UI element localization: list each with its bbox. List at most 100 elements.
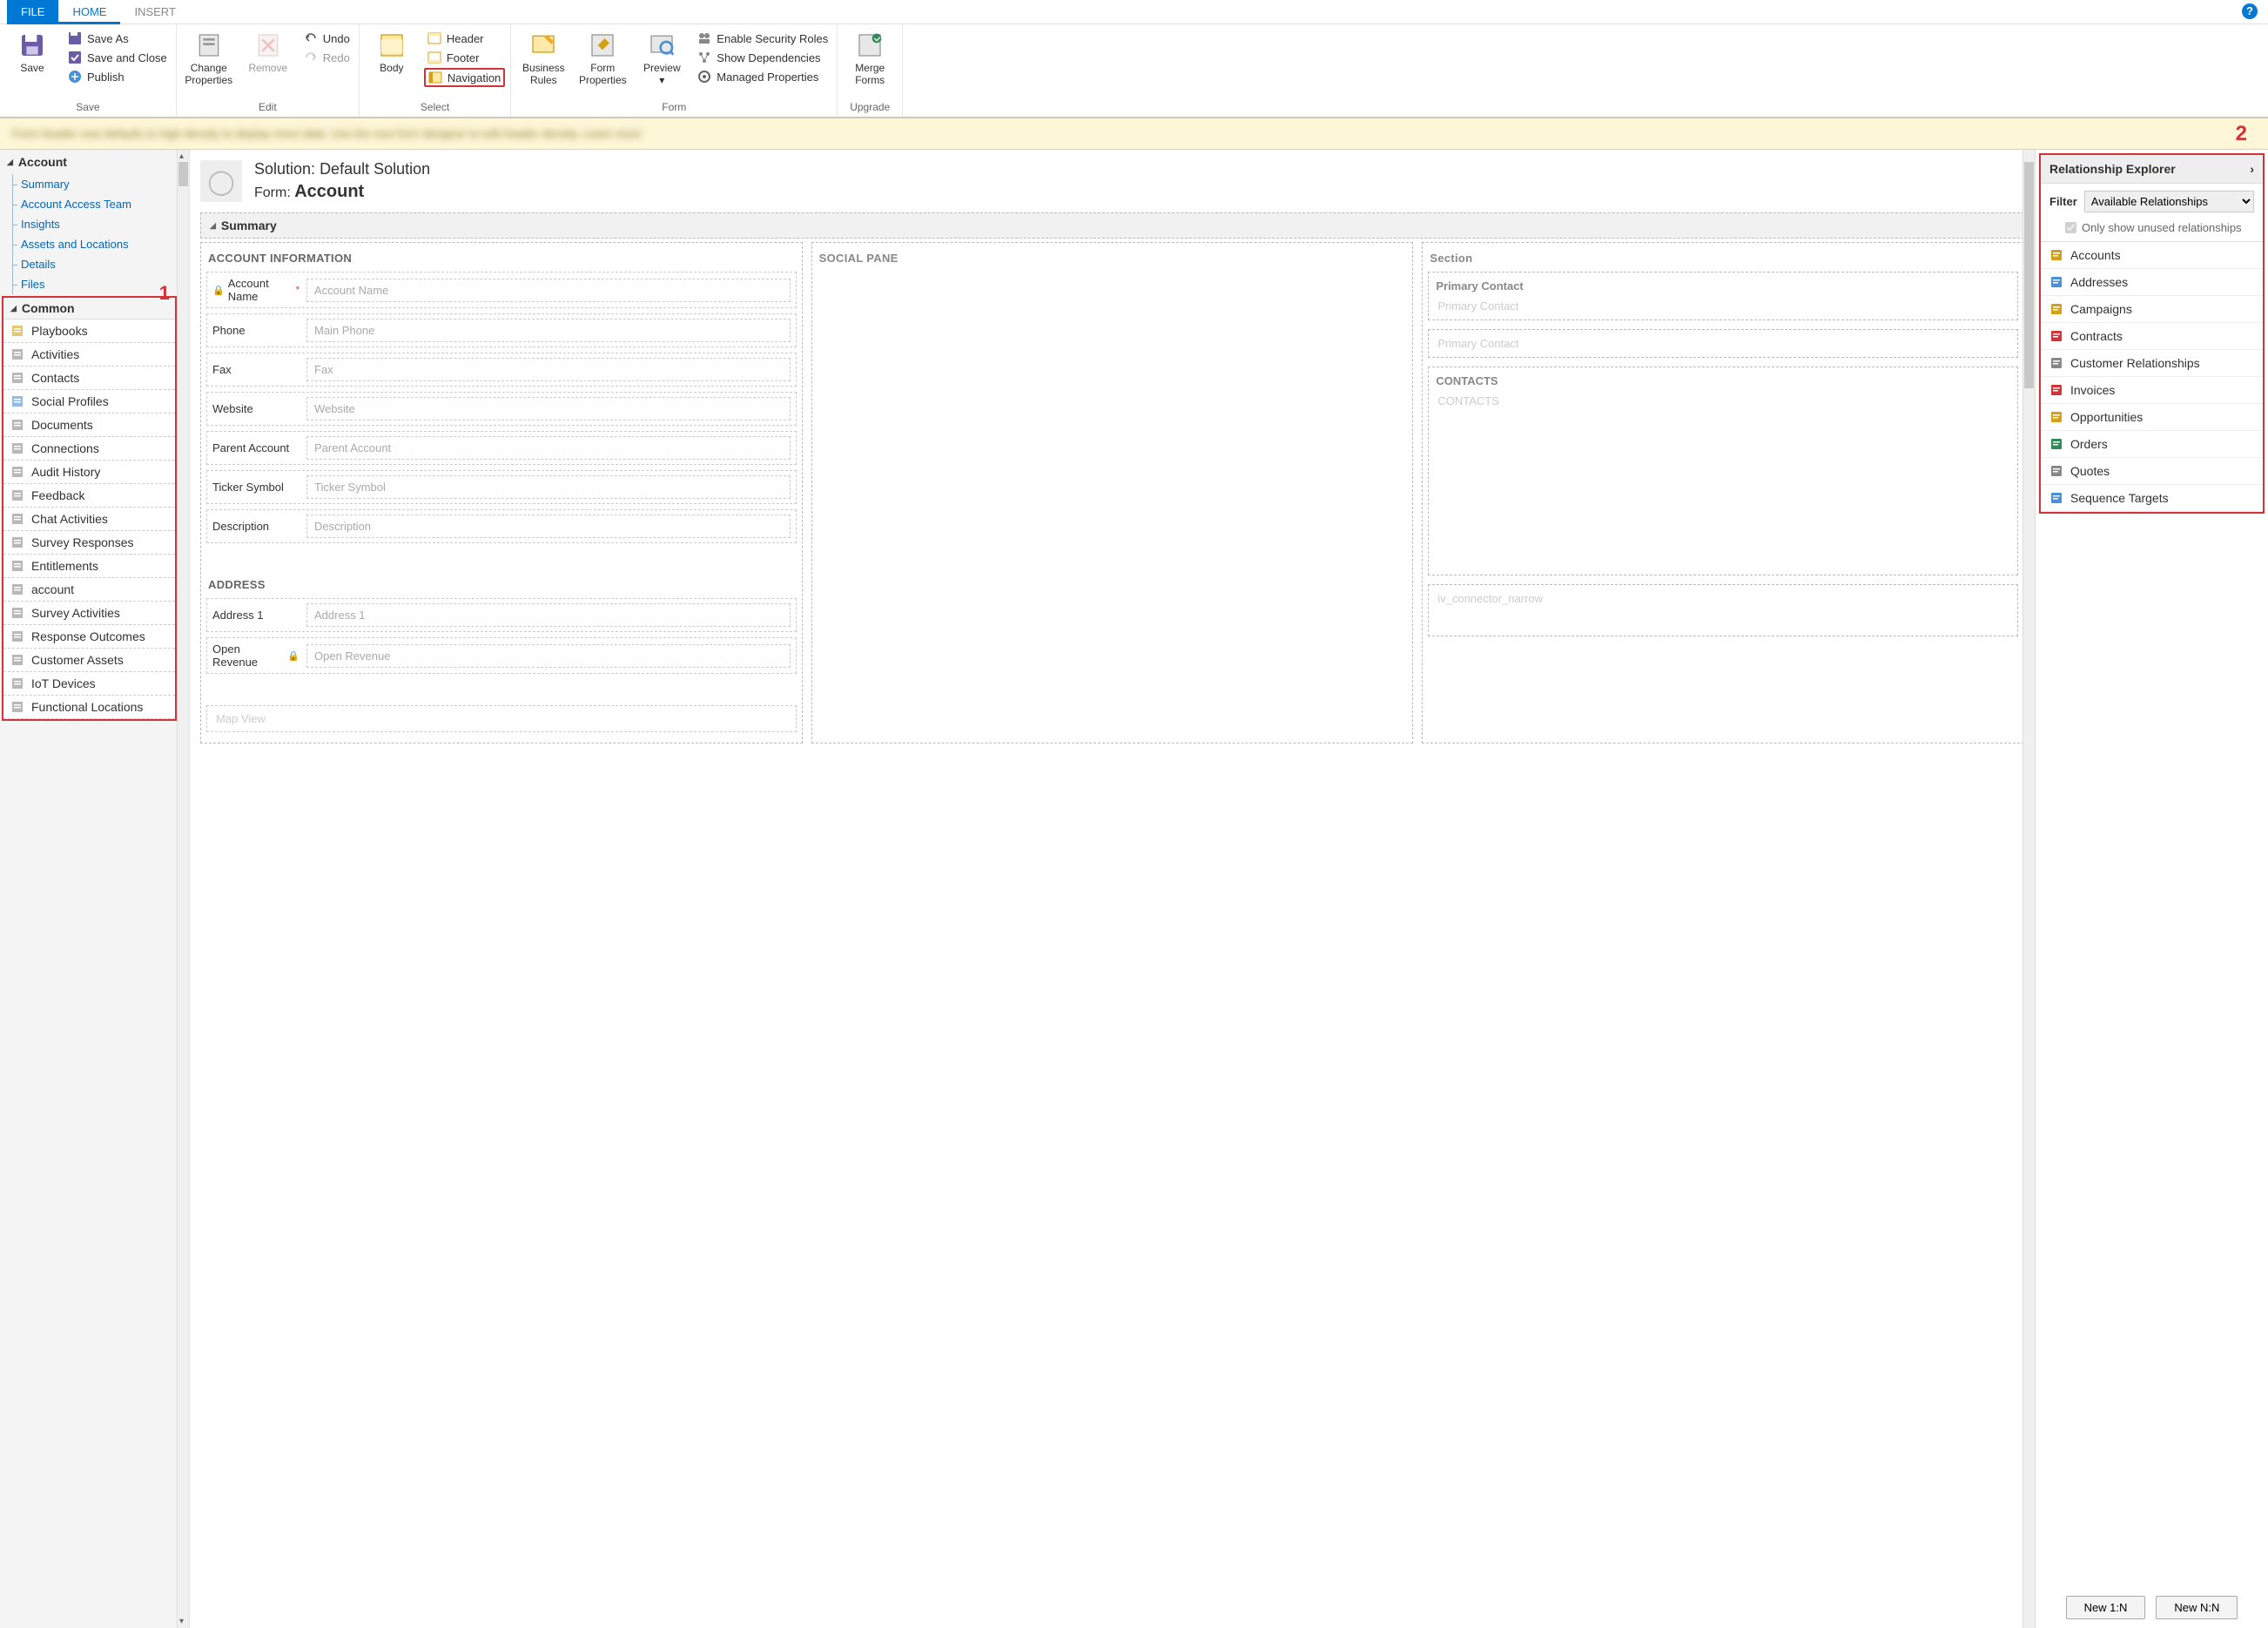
relationship-item-sequence-targets[interactable]: Sequence Targets (2041, 485, 2263, 512)
header-button[interactable]: Header (424, 30, 505, 47)
relationship-item-contracts[interactable]: Contracts (2041, 323, 2263, 350)
input-phone[interactable]: Main Phone (306, 319, 791, 342)
field-primary-contact-2[interactable]: Primary Contact (1428, 329, 2018, 358)
common-item-chat-activities[interactable]: Chat Activities (3, 508, 175, 531)
common-item-social-profiles[interactable]: Social Profiles (3, 390, 175, 414)
common-item-iot-devices[interactable]: IoT Devices (3, 672, 175, 696)
field-map-view[interactable]: Map View (206, 705, 797, 732)
field-ticker[interactable]: Ticker Symbol Ticker Symbol (206, 470, 797, 504)
new-1n-button[interactable]: New 1:N (2066, 1596, 2146, 1619)
ribbon-tab-strip: FILE HOME INSERT ? (0, 0, 2268, 24)
redo-button[interactable]: Redo (300, 49, 353, 66)
relationship-item-invoices[interactable]: Invoices (2041, 377, 2263, 404)
body-button[interactable]: Body (365, 28, 419, 78)
input-website[interactable]: Website (306, 397, 791, 420)
field-account-name[interactable]: 🔒Account Name* Account Name (206, 272, 797, 308)
preview-button[interactable]: Preview▾ (635, 28, 689, 91)
common-item-survey-activities[interactable]: Survey Activities (3, 602, 175, 625)
only-unused-label: Only show unused relationships (2082, 221, 2242, 234)
scrollbar-thumb[interactable] (2024, 162, 2034, 388)
relationship-item-addresses[interactable]: Addresses (2041, 269, 2263, 296)
merge-forms-button[interactable]: Merge Forms (843, 28, 897, 91)
nav-item-summary[interactable]: Summary (0, 174, 189, 194)
field-fax[interactable]: Fax Fax (206, 353, 797, 387)
publish-button[interactable]: Publish (64, 68, 171, 85)
input-ticker[interactable]: Ticker Symbol (306, 475, 791, 499)
only-unused-checkbox[interactable] (2065, 222, 2076, 233)
relationship-item-customer-relationships[interactable]: Customer Relationships (2041, 350, 2263, 377)
tab-home[interactable]: HOME (58, 0, 120, 24)
left-scrollbar[interactable] (177, 150, 189, 1628)
input-description[interactable]: Description (306, 515, 791, 538)
relationship-item-campaigns[interactable]: Campaigns (2041, 296, 2263, 323)
common-item-account[interactable]: account (3, 578, 175, 602)
relationship-item-opportunities[interactable]: Opportunities (2041, 404, 2263, 431)
common-item-entitlements[interactable]: Entitlements (3, 555, 175, 578)
list-icon (10, 606, 24, 620)
form-properties-button[interactable]: Form Properties (575, 28, 629, 91)
common-item-feedback[interactable]: Feedback (3, 484, 175, 508)
navigation-button[interactable]: Navigation (424, 68, 505, 87)
relationship-item-quotes[interactable]: Quotes (2041, 458, 2263, 485)
common-item-customer-assets[interactable]: Customer Assets (3, 649, 175, 672)
scrollbar-thumb[interactable] (178, 162, 188, 186)
common-item-documents[interactable]: Documents (3, 414, 175, 437)
managed-properties-button[interactable]: Managed Properties (694, 68, 831, 85)
input-open-revenue[interactable]: Open Revenue (306, 644, 791, 668)
input-address1[interactable]: Address 1 (306, 603, 791, 627)
field-parent-account[interactable]: Parent Account Parent Account (206, 431, 797, 465)
field-address1[interactable]: Address 1 Address 1 (206, 598, 797, 632)
undo-button[interactable]: Undo (300, 30, 353, 47)
enable-security-roles-button[interactable]: Enable Security Roles (694, 30, 831, 47)
field-website[interactable]: Website Website (206, 392, 797, 426)
tab-summary[interactable]: Summary (200, 212, 2024, 239)
save-as-button[interactable]: Save As (64, 30, 171, 47)
section-iv-connector[interactable]: iv_connector_narrow (1428, 584, 2018, 636)
tab-file[interactable]: FILE (7, 0, 58, 24)
nav-item-assets-and-locations[interactable]: Assets and Locations (0, 234, 189, 254)
input-account-name[interactable]: Account Name (306, 279, 791, 302)
merge-icon (856, 31, 884, 59)
save-button[interactable]: Save (5, 28, 59, 78)
save-and-close-button[interactable]: Save and Close (64, 49, 171, 66)
entity-icon (2049, 275, 2063, 289)
nav-section-common[interactable]: Common (3, 298, 175, 320)
form-column-2: SOCIAL PANE (811, 242, 1414, 743)
common-item-audit-history[interactable]: Audit History (3, 461, 175, 484)
canvas-scrollbar[interactable] (2022, 150, 2035, 1628)
field-primary-contact[interactable]: Primary Contact Primary Contact (1428, 272, 2018, 320)
nav-section-account[interactable]: Account (0, 150, 189, 174)
input-parent-account[interactable]: Parent Account (306, 436, 791, 460)
common-item-survey-responses[interactable]: Survey Responses (3, 531, 175, 555)
common-item-contacts[interactable]: Contacts (3, 367, 175, 390)
common-item-playbooks[interactable]: Playbooks (3, 320, 175, 343)
nav-item-insights[interactable]: Insights (0, 214, 189, 234)
nav-item-details[interactable]: Details (0, 254, 189, 274)
form-column-1: ACCOUNT INFORMATION 🔒Account Name* Accou… (200, 242, 803, 743)
common-item-connections[interactable]: Connections (3, 437, 175, 461)
section-contacts[interactable]: CONTACTS CONTACTS (1428, 367, 2018, 575)
common-item-functional-locations[interactable]: Functional Locations (3, 696, 175, 719)
nav-item-account-access-team[interactable]: Account Access Team (0, 194, 189, 214)
field-open-revenue[interactable]: Open Revenue🔒 Open Revenue (206, 637, 797, 674)
business-rules-button[interactable]: Business Rules (516, 28, 570, 91)
help-icon[interactable]: ? (2242, 3, 2258, 19)
section-social-pane: SOCIAL PANE (818, 248, 1408, 272)
field-description[interactable]: Description Description (206, 509, 797, 543)
filter-dropdown[interactable]: Available Relationships (2084, 191, 2254, 212)
info-bar-text: Form header now defaults to high density… (12, 127, 641, 140)
relationship-item-accounts[interactable]: Accounts (2041, 242, 2263, 269)
footer-button[interactable]: Footer (424, 49, 505, 66)
remove-button[interactable]: Remove (241, 28, 295, 78)
field-phone[interactable]: Phone Main Phone (206, 313, 797, 347)
change-properties-button[interactable]: Change Properties (182, 28, 236, 91)
navigation-icon (428, 71, 442, 84)
relationship-item-orders[interactable]: Orders (2041, 431, 2263, 458)
new-nn-button[interactable]: New N:N (2156, 1596, 2238, 1619)
tab-insert[interactable]: INSERT (120, 0, 189, 24)
common-item-response-outcomes[interactable]: Response Outcomes (3, 625, 175, 649)
chevron-right-icon[interactable]: › (2250, 162, 2254, 176)
show-dependencies-button[interactable]: Show Dependencies (694, 49, 831, 66)
common-item-activities[interactable]: Activities (3, 343, 175, 367)
input-fax[interactable]: Fax (306, 358, 791, 381)
